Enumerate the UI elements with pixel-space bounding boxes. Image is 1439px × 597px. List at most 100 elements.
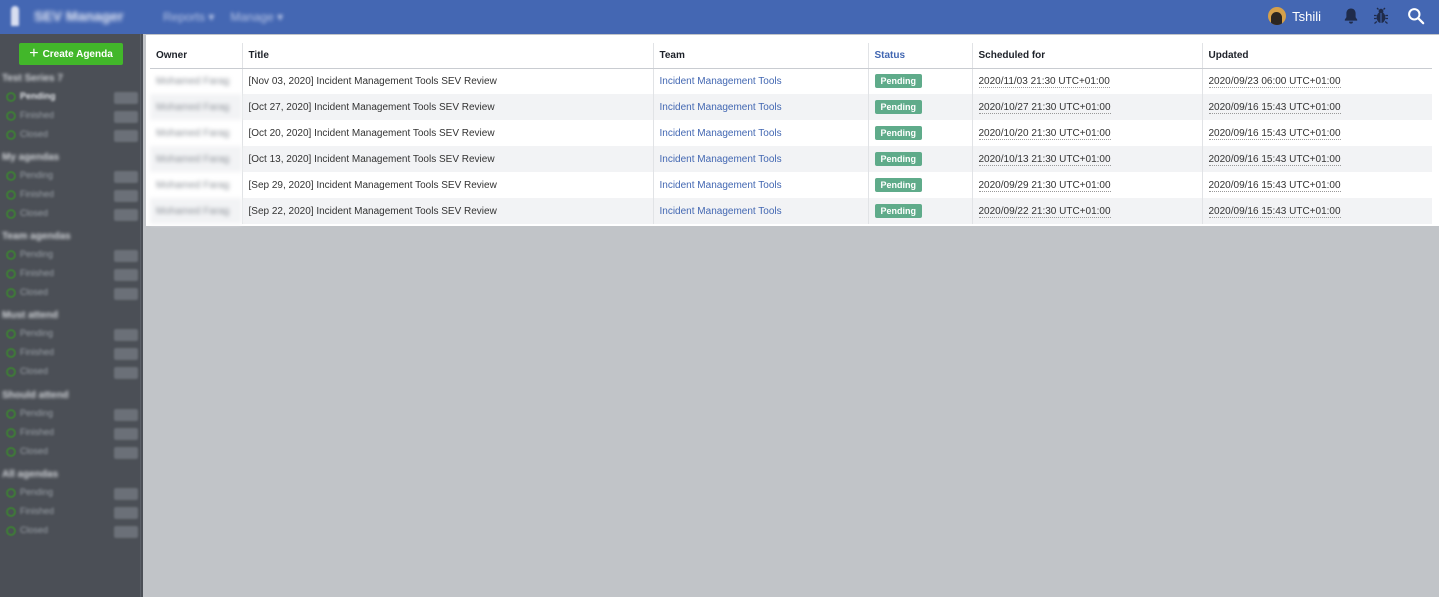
owner-cell[interactable]: Mohamed Farag — [150, 68, 242, 94]
title-cell[interactable]: [Sep 29, 2020] Incident Management Tools… — [241, 172, 653, 198]
updated-cell: 2020/09/16 15:43 UTC+01:00 — [1201, 146, 1432, 172]
scheduled-cell: 2020/09/22 21:30 UTC+01:00 — [971, 198, 1202, 224]
sidebar-item-label: Finished — [20, 110, 55, 120]
status-ring-icon — [6, 447, 16, 457]
count-badge — [114, 209, 138, 221]
sidebar-item-finished[interactable]: Finished — [0, 425, 143, 444]
column-header-scheduled[interactable]: Scheduled for — [971, 43, 1202, 69]
status-ring-icon — [6, 130, 16, 140]
status-ring-icon — [6, 526, 16, 536]
sidebar-item-closed[interactable]: Closed — [0, 523, 143, 542]
team-link[interactable]: Incident Management Tools — [660, 154, 782, 165]
owner-cell[interactable]: Mohamed Farag — [150, 198, 242, 224]
count-badge — [114, 428, 138, 440]
sidebar-item-finished[interactable]: Finished — [0, 108, 143, 127]
manage-menu[interactable]: Manage ▾ — [230, 10, 283, 24]
title-cell[interactable]: [Sep 22, 2020] Incident Management Tools… — [241, 198, 653, 224]
team-cell: Incident Management Tools — [652, 94, 868, 120]
sidebar-group-test-series: Test Series 7 Pending Finished Closed — [0, 73, 143, 146]
count-badge — [114, 488, 138, 500]
sidebar-item-label: Finished — [20, 268, 55, 278]
status-badge: Pending — [874, 100, 922, 114]
sidebar-item-label: Closed — [20, 129, 49, 139]
sidebar-item-pending[interactable]: Pending — [0, 406, 143, 425]
sidebar-item-finished[interactable]: Finished — [0, 187, 143, 206]
updated-cell: 2020/09/16 15:43 UTC+01:00 — [1201, 120, 1432, 146]
owner-cell[interactable]: Mohamed Farag — [150, 172, 242, 198]
sidebar-item-label: Finished — [20, 347, 55, 357]
team-link[interactable]: Incident Management Tools — [660, 76, 782, 87]
status-badge: Pending — [874, 126, 922, 140]
updated-date: 2020/09/16 15:43 UTC+01:00 — [1208, 179, 1341, 192]
sidebar-item-finished[interactable]: Finished — [0, 266, 143, 285]
updated-cell: 2020/09/16 15:43 UTC+01:00 — [1201, 198, 1432, 224]
sidebar-item-label: Finished — [20, 427, 55, 437]
title-cell[interactable]: [Nov 03, 2020] Incident Management Tools… — [241, 68, 653, 94]
table-row: Mohamed Farag [Nov 03, 2020] Incident Ma… — [150, 68, 1432, 94]
scheduled-date: 2020/09/29 21:30 UTC+01:00 — [978, 179, 1111, 192]
sidebar-item-pending[interactable]: Pending — [0, 247, 143, 266]
sidebar-item-closed[interactable]: Closed — [0, 444, 143, 463]
status-badge: Pending — [874, 178, 922, 192]
column-header-owner[interactable]: Owner — [150, 43, 242, 69]
team-cell: Incident Management Tools — [652, 172, 868, 198]
table-row: Mohamed Farag [Sep 29, 2020] Incident Ma… — [150, 172, 1432, 198]
owner-cell[interactable]: Mohamed Farag — [150, 94, 242, 120]
username[interactable]: Tshili — [1292, 9, 1321, 24]
sidebar-item-label: Pending — [20, 249, 54, 259]
sidebar-item-pending[interactable]: Pending — [0, 326, 143, 345]
create-agenda-label: Create Agenda — [42, 48, 113, 60]
team-link[interactable]: Incident Management Tools — [660, 128, 782, 139]
sidebar-item-pending[interactable]: Pending — [0, 89, 143, 108]
title-cell[interactable]: [Oct 13, 2020] Incident Management Tools… — [241, 146, 653, 172]
table-row: Mohamed Farag [Oct 13, 2020] Incident Ma… — [150, 146, 1432, 172]
team-link[interactable]: Incident Management Tools — [660, 180, 782, 191]
sidebar-item-label: Closed — [20, 446, 49, 456]
sidebar-item-label: Finished — [20, 189, 55, 199]
sidebar-item-closed[interactable]: Closed — [0, 285, 143, 304]
owner-cell[interactable]: Mohamed Farag — [150, 120, 242, 146]
reports-menu[interactable]: Reports ▾ — [163, 10, 214, 24]
team-link[interactable]: Incident Management Tools — [660, 102, 782, 113]
sidebar-item-label: Pending — [20, 170, 54, 180]
column-header-status[interactable]: Status — [867, 43, 972, 69]
column-header-title[interactable]: Title — [241, 43, 653, 69]
sidebar-item-label: Finished — [20, 506, 55, 516]
bell-icon[interactable] — [1343, 7, 1359, 25]
sidebar-item-label: Pending — [20, 328, 54, 338]
sidebar-item-label: Pending — [20, 487, 54, 497]
team-cell: Incident Management Tools — [652, 68, 868, 94]
sidebar-item-closed[interactable]: Closed — [0, 206, 143, 225]
status-cell: Pending — [867, 146, 972, 172]
scheduled-date: 2020/09/22 21:30 UTC+01:00 — [978, 205, 1111, 218]
updated-cell: 2020/09/16 15:43 UTC+01:00 — [1201, 172, 1432, 198]
sidebar-item-closed[interactable]: Closed — [0, 127, 143, 146]
sidebar-item-pending[interactable]: Pending — [0, 485, 143, 504]
status-ring-icon — [6, 348, 16, 358]
sidebar-item-pending[interactable]: Pending — [0, 168, 143, 187]
sidebar-item-finished[interactable]: Finished — [0, 345, 143, 364]
create-agenda-button[interactable]: + Create Agenda — [19, 43, 123, 65]
table-row: Mohamed Farag [Sep 22, 2020] Incident Ma… — [150, 198, 1432, 224]
brand[interactable]: SEV Manager — [8, 6, 123, 26]
column-header-updated[interactable]: Updated — [1201, 43, 1432, 69]
team-link[interactable]: Incident Management Tools — [660, 206, 782, 217]
sidebar-group-team-agendas: Team agendas Pending Finished Closed — [0, 231, 143, 304]
bug-icon[interactable] — [1373, 7, 1389, 25]
status-ring-icon — [6, 111, 16, 121]
table-header-row: Owner Title Team Status Scheduled for Up… — [150, 43, 1432, 69]
sidebar-item-closed[interactable]: Closed — [0, 364, 143, 383]
sidebar-group-my-agendas: My agendas Pending Finished Closed — [0, 152, 143, 225]
count-badge — [114, 288, 138, 300]
sidebar-item-finished[interactable]: Finished — [0, 504, 143, 523]
column-header-team[interactable]: Team — [652, 43, 868, 69]
title-cell[interactable]: [Oct 20, 2020] Incident Management Tools… — [241, 120, 653, 146]
search-icon[interactable] — [1407, 7, 1425, 25]
status-ring-icon — [6, 488, 16, 498]
status-ring-icon — [6, 209, 16, 219]
scheduled-cell: 2020/09/29 21:30 UTC+01:00 — [971, 172, 1202, 198]
avatar[interactable] — [1268, 7, 1287, 25]
title-cell[interactable]: [Oct 27, 2020] Incident Management Tools… — [241, 94, 653, 120]
owner-cell[interactable]: Mohamed Farag — [150, 146, 242, 172]
table-row: Mohamed Farag [Oct 20, 2020] Incident Ma… — [150, 120, 1432, 146]
